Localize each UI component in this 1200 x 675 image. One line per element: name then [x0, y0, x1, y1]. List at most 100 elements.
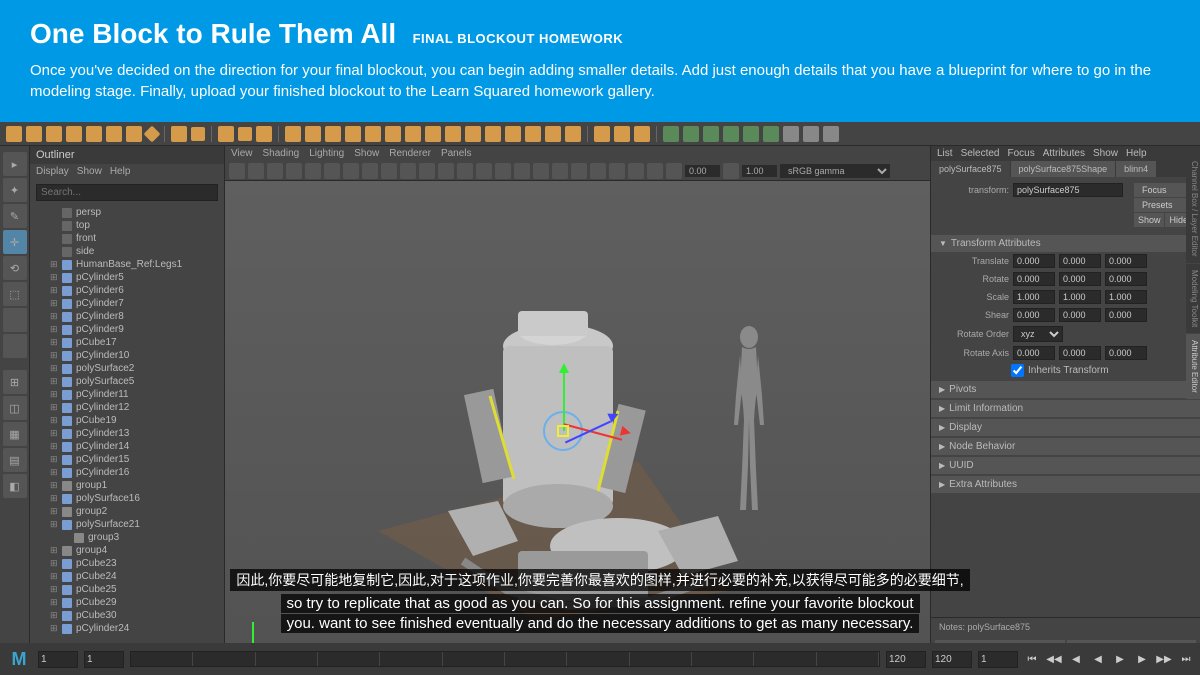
section-header[interactable]: ▶Display — [931, 419, 1200, 436]
translate-z[interactable] — [1105, 254, 1147, 268]
step-forward-icon[interactable]: ▶▶ — [1156, 651, 1172, 667]
tree-item[interactable]: ⊞pCylinder11 — [30, 388, 224, 401]
attr-tab[interactable]: polySurface875Shape — [1011, 161, 1116, 177]
prev-frame-icon[interactable]: ◀ — [1068, 651, 1084, 667]
vp-tool-icon[interactable] — [419, 163, 435, 179]
tree-item[interactable]: ⊞group2 — [30, 505, 224, 518]
tree-item[interactable]: side — [30, 245, 224, 258]
search-input[interactable] — [36, 184, 218, 201]
vp-tool-icon[interactable] — [476, 163, 492, 179]
tree-item[interactable]: ⊞pCube19 — [30, 414, 224, 427]
vp-tool-icon[interactable] — [324, 163, 340, 179]
tree-item[interactable]: ⊞polySurface5 — [30, 375, 224, 388]
attr-menu-selected[interactable]: Selected — [961, 148, 1000, 159]
attr-menu-show[interactable]: Show — [1093, 148, 1118, 159]
vp-tool-icon[interactable] — [647, 163, 663, 179]
attr-tab[interactable]: polySurface875 — [931, 161, 1010, 177]
shelf-type-icon[interactable] — [171, 126, 187, 142]
vp-tool-icon[interactable] — [343, 163, 359, 179]
tree-item[interactable]: ⊞group1 — [30, 479, 224, 492]
vp-tool-icon[interactable] — [590, 163, 606, 179]
tree-item[interactable]: ⊞pCube29 — [30, 596, 224, 609]
menu-display[interactable]: Display — [36, 166, 69, 177]
shelf-tool-icon[interactable] — [425, 126, 441, 142]
shelf-bridge-icon[interactable] — [505, 126, 521, 142]
tool-icon[interactable]: ◧ — [3, 474, 27, 498]
menu-show[interactable]: Show — [77, 166, 102, 177]
shear-y[interactable] — [1059, 308, 1101, 322]
tree-item[interactable]: ⊞pCylinder7 — [30, 297, 224, 310]
timeline-track[interactable] — [130, 651, 880, 667]
shelf-mirror-icon[interactable] — [405, 126, 421, 142]
shelf-smooth-icon[interactable] — [365, 126, 381, 142]
rotate-x[interactable] — [1013, 272, 1055, 286]
scale-tool-icon[interactable]: ⬚ — [3, 282, 27, 306]
shelf-svg-icon[interactable] — [191, 127, 205, 141]
vp-menu-panels[interactable]: Panels — [441, 148, 472, 159]
vp-colorspace-select[interactable]: sRGB gamma — [780, 164, 890, 178]
tree-item[interactable]: ⊞group4 — [30, 544, 224, 557]
tl-current[interactable] — [978, 651, 1018, 668]
tree-item[interactable]: ⊞pCylinder12 — [30, 401, 224, 414]
scale-z[interactable] — [1105, 290, 1147, 304]
tree-item[interactable]: ⊞pCube17 — [30, 336, 224, 349]
tl-end[interactable] — [932, 651, 972, 668]
vp-menu-show[interactable]: Show — [354, 148, 379, 159]
vp-exposure[interactable] — [685, 165, 720, 177]
shelf-bevel-icon[interactable] — [485, 126, 501, 142]
section-header[interactable]: ▶Pivots — [931, 381, 1200, 398]
vp-tool-icon[interactable] — [533, 163, 549, 179]
vp-tool-icon[interactable] — [457, 163, 473, 179]
shelf-tool-icon[interactable] — [445, 126, 461, 142]
shelf-tool-icon[interactable] — [783, 126, 799, 142]
tl-range-start[interactable] — [84, 651, 124, 668]
viewport-canvas[interactable] — [225, 181, 930, 662]
shear-z[interactable] — [1105, 308, 1147, 322]
shelf-platonic-icon[interactable] — [144, 125, 161, 142]
tree-item[interactable]: ⊞pCube25 — [30, 583, 224, 596]
vp-tool-icon[interactable] — [362, 163, 378, 179]
focus-button[interactable]: Focus — [1134, 183, 1192, 197]
rotate-z[interactable] — [1105, 272, 1147, 286]
vp-tool-icon[interactable] — [381, 163, 397, 179]
tree-item[interactable]: ⊞polySurface2 — [30, 362, 224, 375]
vp-tool-icon[interactable] — [666, 163, 682, 179]
tl-start[interactable] — [38, 651, 78, 668]
tree-item[interactable]: ⊞pCylinder14 — [30, 440, 224, 453]
shelf-uv-icon[interactable] — [703, 126, 719, 142]
vp-tool-icon[interactable] — [305, 163, 321, 179]
tree-item[interactable]: ⊞pCylinder8 — [30, 310, 224, 323]
rewind-start-icon[interactable]: ⏮ — [1024, 651, 1040, 667]
paint-select-icon[interactable]: ✎ — [3, 204, 27, 228]
side-tab-attribute[interactable]: Attribute Editor — [1186, 334, 1200, 399]
vp-menu-view[interactable]: View — [231, 148, 253, 159]
shelf-tool-icon[interactable] — [325, 126, 341, 142]
rotaxis-x[interactable] — [1013, 346, 1055, 360]
tree-item[interactable]: front — [30, 232, 224, 245]
shelf-tool-icon[interactable] — [525, 126, 541, 142]
tree-item[interactable]: ⊞pCylinder16 — [30, 466, 224, 479]
vp-tool-icon[interactable] — [438, 163, 454, 179]
vp-menu-shading[interactable]: Shading — [263, 148, 300, 159]
vp-gamma-val[interactable] — [742, 165, 777, 177]
rotaxis-y[interactable] — [1059, 346, 1101, 360]
shelf-multicut-icon[interactable] — [594, 126, 610, 142]
shelf-tool-icon[interactable] — [218, 126, 234, 142]
shear-x[interactable] — [1013, 308, 1055, 322]
shelf-poly-cone-icon[interactable] — [66, 126, 82, 142]
scale-x[interactable] — [1013, 290, 1055, 304]
shelf-tool-icon[interactable] — [565, 126, 581, 142]
section-header[interactable]: ▶Node Behavior — [931, 438, 1200, 455]
tree-item[interactable]: ⊞pCylinder24 — [30, 622, 224, 635]
tool-icon[interactable]: ▤ — [3, 448, 27, 472]
vp-tool-icon[interactable] — [286, 163, 302, 179]
presets-button[interactable]: Presets — [1134, 198, 1192, 212]
shelf-uv-icon[interactable] — [683, 126, 699, 142]
vp-tool-icon[interactable] — [229, 163, 245, 179]
shelf-tool-icon[interactable] — [545, 126, 561, 142]
play-back-icon[interactable]: ◀ — [1090, 651, 1106, 667]
shelf-poly-disc-icon[interactable] — [126, 126, 142, 142]
shelf-poly-plane-icon[interactable] — [106, 126, 122, 142]
vp-tool-icon[interactable] — [609, 163, 625, 179]
step-back-icon[interactable]: ◀◀ — [1046, 651, 1062, 667]
